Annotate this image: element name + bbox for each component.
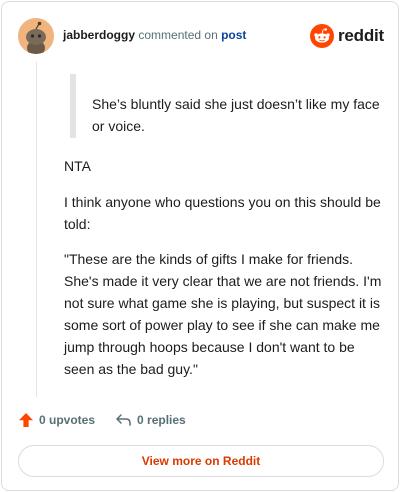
comment-paragraph: I think anyone who questions you on this…: [64, 194, 381, 232]
avatar[interactable]: [18, 18, 54, 54]
post-link[interactable]: post: [221, 28, 246, 42]
reddit-logo[interactable]: reddit: [309, 24, 384, 48]
username[interactable]: jabberdoggy: [63, 28, 135, 42]
quote-bar: [70, 74, 76, 138]
comment-card: jabberdoggy commented on post reddit She…: [1, 1, 399, 491]
upvote-arrow-icon: [19, 413, 33, 427]
upvote-button[interactable]: 0 upvotes: [18, 412, 95, 428]
action-text: commented on: [138, 28, 218, 42]
comment-meta: jabberdoggy commented on post: [63, 28, 246, 42]
snoo-avatar-icon: [18, 18, 54, 54]
reply-count: 0 replies: [137, 413, 186, 427]
reddit-snoo-icon: [309, 24, 334, 48]
thread-line: [36, 62, 37, 397]
view-more-button[interactable]: View more on Reddit: [18, 445, 384, 477]
comment-actions: 0 upvotes 0 replies: [18, 408, 186, 432]
comment-paragraph: "These are the kinds of gifts I make for…: [64, 251, 382, 377]
upvote-count: 0 upvotes: [39, 413, 96, 427]
reddit-wordmark: reddit: [337, 26, 384, 45]
comment-header: jabberdoggy commented on post reddit: [18, 18, 384, 54]
blockquote-text: She’s bluntly said she just doesn’t like…: [92, 96, 380, 134]
reply-button[interactable]: 0 replies: [115, 412, 186, 428]
comment-paragraph: NTA: [64, 158, 91, 174]
reply-arrow-icon: [116, 414, 131, 426]
